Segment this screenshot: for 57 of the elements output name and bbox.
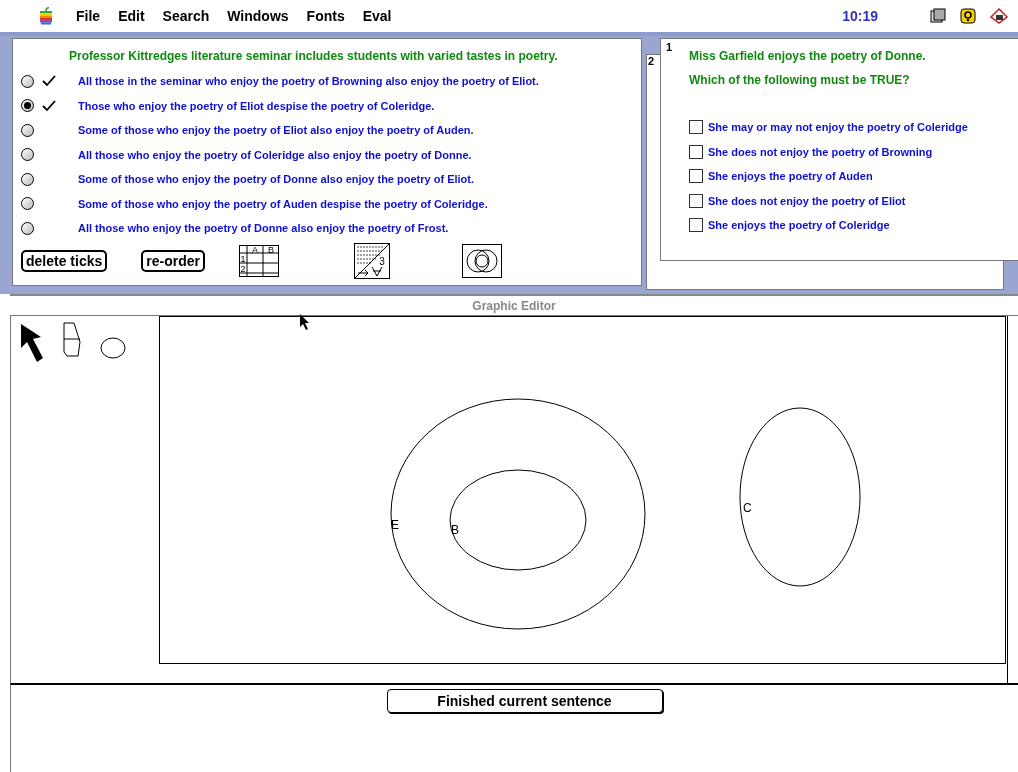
menu-item[interactable]: File xyxy=(76,5,101,27)
menu-item[interactable]: Search xyxy=(162,5,210,27)
clock-text: 10:19 xyxy=(842,6,878,26)
answer-checkbox[interactable] xyxy=(689,218,703,233)
answer-option[interactable]: She may or may not enjoy the poetry of Coleridge xyxy=(708,119,968,136)
proof-document-icon[interactable]: 3 xyxy=(353,242,390,279)
answer-option[interactable]: She does not enjoy the poetry of Eliot xyxy=(708,192,906,209)
radio-button[interactable] xyxy=(21,99,34,113)
delete-ticks-button[interactable]: delete ticks xyxy=(21,249,108,272)
set-ellipse[interactable] xyxy=(449,469,587,571)
premise-sentence[interactable]: All those in the seminar who enjoy the poetry of Browning also enjoy the poetry of Eliot. xyxy=(78,73,539,90)
set-ellipse[interactable] xyxy=(390,398,646,630)
premise-heading: Professor Kittredges literature seminar includes students with varied tastes in poetry. xyxy=(69,48,559,65)
menu-item[interactable]: Fonts xyxy=(306,5,345,27)
answer-checkbox[interactable] xyxy=(689,169,703,184)
premise-sentence[interactable]: All those who enjoy the poetry of Coleridge also enjoy the poetry of Donne. xyxy=(78,146,472,163)
premise-sentence[interactable]: Some of those who enjoy the poetry of Donne also enjoy the poetry of Eliot. xyxy=(78,171,475,188)
question-text: Which of the following must be TRUE? xyxy=(689,72,911,89)
window-number: 1 xyxy=(666,42,673,53)
question-text: Miss Garfield enjoys the poetry of Donne. xyxy=(689,48,927,65)
arrow-tool-icon[interactable] xyxy=(19,322,45,362)
premise-sentence[interactable]: Some of those who enjoy the poetry of Auden despise the poetry of Coleridge. xyxy=(78,195,488,212)
radio-button[interactable] xyxy=(21,197,34,211)
editor-title: Graphic Editor xyxy=(472,297,556,315)
table-grid-icon[interactable]: A B 1 2 xyxy=(238,244,279,277)
finished-sentence-button[interactable]: Finished current sentence xyxy=(386,689,663,713)
answer-checkbox[interactable] xyxy=(689,193,703,208)
answer-option[interactable]: She does not enjoy the poetry of Browning xyxy=(708,143,933,160)
radio-button[interactable] xyxy=(21,123,34,137)
set-label: C xyxy=(743,501,752,515)
answer-checkbox[interactable] xyxy=(689,144,703,159)
radio-button[interactable] xyxy=(21,221,34,235)
radio-button[interactable] xyxy=(21,148,34,162)
apple-logo-icon[interactable] xyxy=(38,7,54,25)
window-number: 2 xyxy=(648,56,655,67)
radio-button[interactable] xyxy=(21,172,34,186)
window-icon[interactable] xyxy=(930,8,946,24)
premise-sentence[interactable]: Those who enjoy the poetry of Eliot despise the poetry of Coleridge. xyxy=(78,97,435,114)
radio-button[interactable] xyxy=(21,74,34,88)
set-label: B xyxy=(451,523,459,537)
menu-item[interactable]: Edit xyxy=(118,5,145,27)
menu-item[interactable]: Windows xyxy=(227,5,289,27)
application-icon[interactable] xyxy=(990,8,1008,24)
set-label: E xyxy=(391,518,399,532)
help-icon[interactable] xyxy=(960,8,976,24)
answer-option[interactable]: She enjoys the poetry of Coleridge xyxy=(708,217,890,234)
ellipse-tool-icon[interactable] xyxy=(99,336,127,360)
set-ellipse[interactable] xyxy=(739,407,861,587)
menu-item[interactable]: Eval xyxy=(362,5,392,27)
answer-option[interactable]: She enjoys the poetry of Auden xyxy=(708,168,873,185)
premise-sentence[interactable]: All those who enjoy the poetry of Donne also enjoy the poetry of Frost. xyxy=(78,220,449,237)
answer-checkbox[interactable] xyxy=(689,120,703,135)
mouse-pointer-icon xyxy=(299,313,311,331)
premise-sentence[interactable]: Some of those who enjoy the poetry of Eliot also enjoy the poetry of Auden. xyxy=(78,122,474,139)
drawing-canvas[interactable]: E B C xyxy=(159,316,1006,664)
re-order-button[interactable]: re-order xyxy=(141,249,205,272)
venn-diagram-icon[interactable] xyxy=(461,243,502,278)
